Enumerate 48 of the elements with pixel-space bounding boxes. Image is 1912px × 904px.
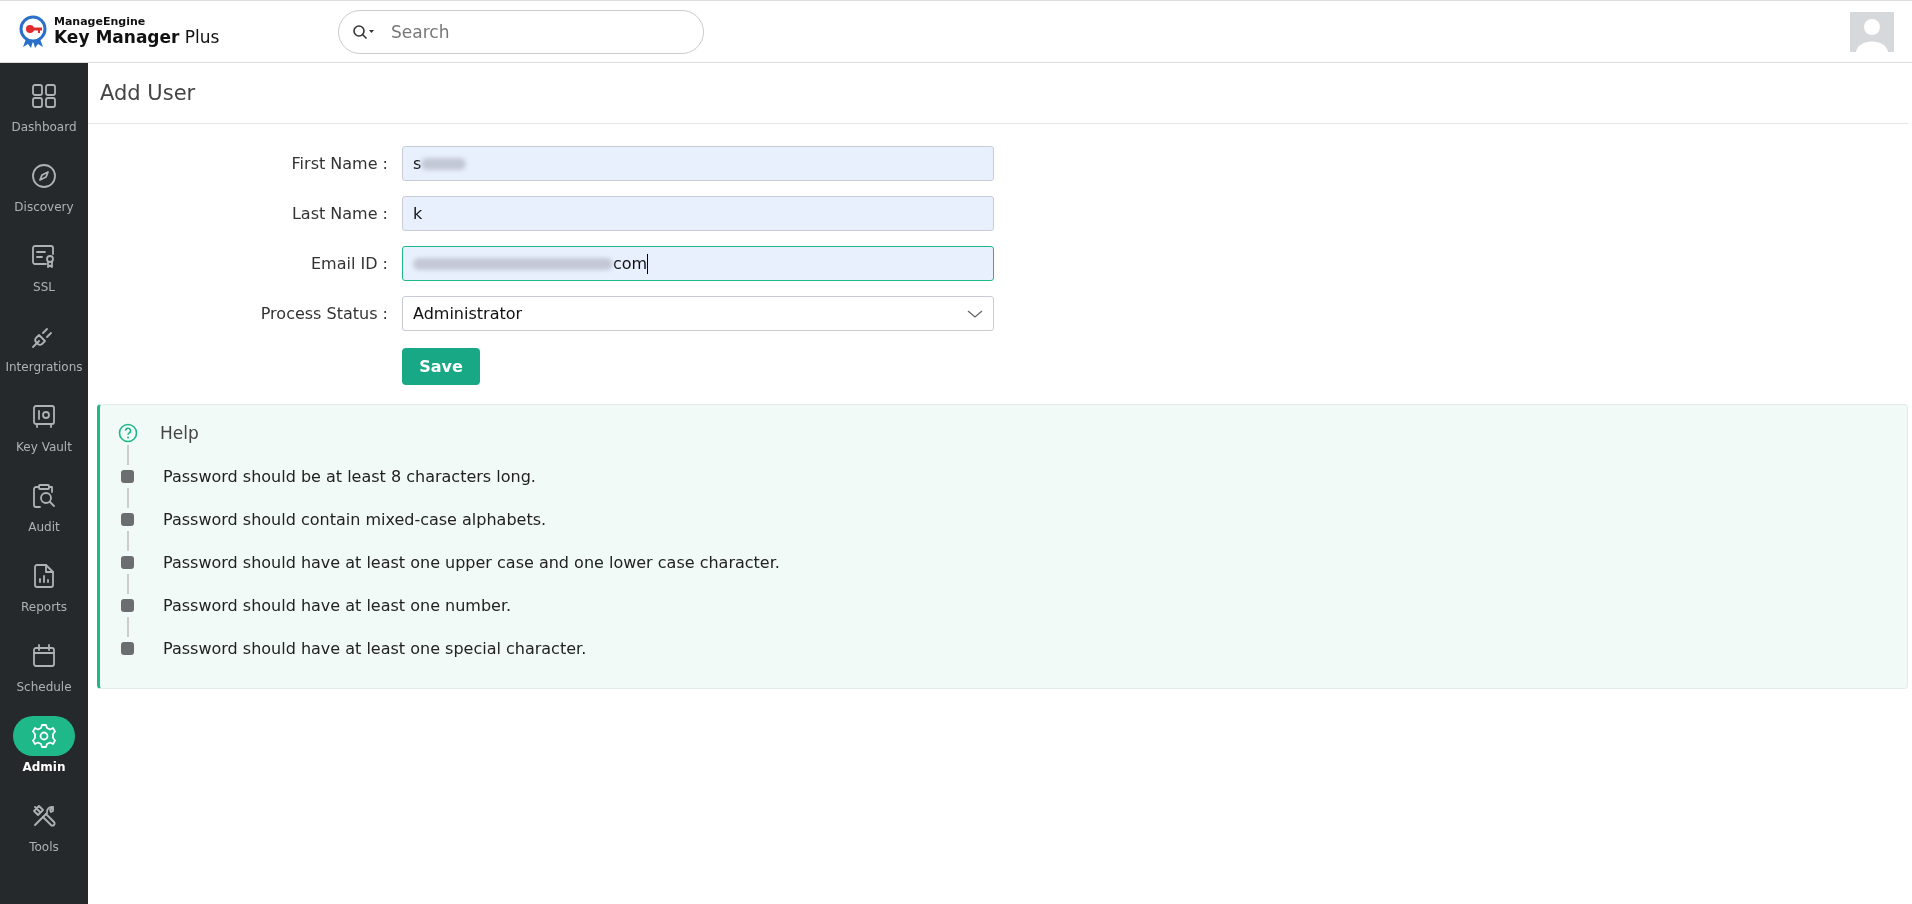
- field-label: Email ID :: [310, 254, 388, 273]
- tools-icon: [31, 803, 57, 829]
- sidebar-item[interactable]: Audit: [0, 465, 88, 545]
- chevron-down-icon: [967, 308, 983, 319]
- text-cursor: [647, 253, 649, 274]
- text-field[interactable]: com: [402, 246, 994, 281]
- report-icon: [31, 563, 57, 589]
- sidebar-item[interactable]: Tools: [0, 785, 88, 865]
- bullet-icon: [121, 599, 134, 612]
- search-field[interactable]: Search: [338, 9, 704, 54]
- brand-vendor: ManageEngine: [54, 16, 147, 29]
- text-field[interactable]: k: [402, 196, 994, 231]
- sidebar-item[interactable]: Intergrations: [0, 305, 88, 385]
- product-name: Key Manager Plus: [54, 28, 220, 47]
- certificate-icon: [31, 243, 57, 269]
- sidebar-item[interactable]: SSL: [0, 225, 88, 305]
- calendar-icon: [31, 643, 57, 669]
- vault-icon: [31, 403, 57, 429]
- help-text: Password should be at least 8 characters long.: [163, 467, 536, 486]
- bullet-icon: [121, 513, 134, 526]
- text-field[interactable]: s: [402, 146, 994, 181]
- bullet-icon: [121, 642, 134, 655]
- page-title: Add User: [100, 81, 196, 105]
- help-text: Password should contain mixed-case alphabets.: [163, 510, 547, 529]
- grid-icon: [31, 83, 57, 109]
- field-label: Last Name :: [290, 204, 388, 223]
- blurred-text: [421, 157, 467, 170]
- help-text: Password should have at least one upper case and one lower case character.: [163, 553, 780, 572]
- key-badge-logo-icon: [18, 14, 48, 49]
- sidebar-item[interactable]: Admin: [0, 705, 88, 785]
- avatar-silhouette[interactable]: [1850, 11, 1894, 52]
- bullet-icon: [121, 556, 134, 569]
- help-text: Password should have at least one special character.: [163, 639, 587, 658]
- question-icon: [118, 423, 138, 443]
- help-text: Password should have at least one number.: [163, 596, 512, 615]
- field-label: Process Status :: [259, 304, 388, 323]
- sidebar-item[interactable]: Schedule: [0, 625, 88, 705]
- bullet-icon: [121, 470, 134, 483]
- dropdown[interactable]: Administrator: [402, 296, 994, 331]
- audit-icon: [31, 483, 57, 509]
- sidebar-item[interactable]: Key Vault: [0, 385, 88, 465]
- field-label: First Name :: [290, 154, 388, 173]
- sidebar-item[interactable]: Reports: [0, 545, 88, 625]
- compass-icon: [31, 163, 57, 189]
- gear-icon: [31, 723, 57, 749]
- sidebar-item[interactable]: Dashboard: [0, 65, 88, 145]
- sidebar-item[interactable]: Discovery: [0, 145, 88, 225]
- help-title: Help: [160, 423, 199, 443]
